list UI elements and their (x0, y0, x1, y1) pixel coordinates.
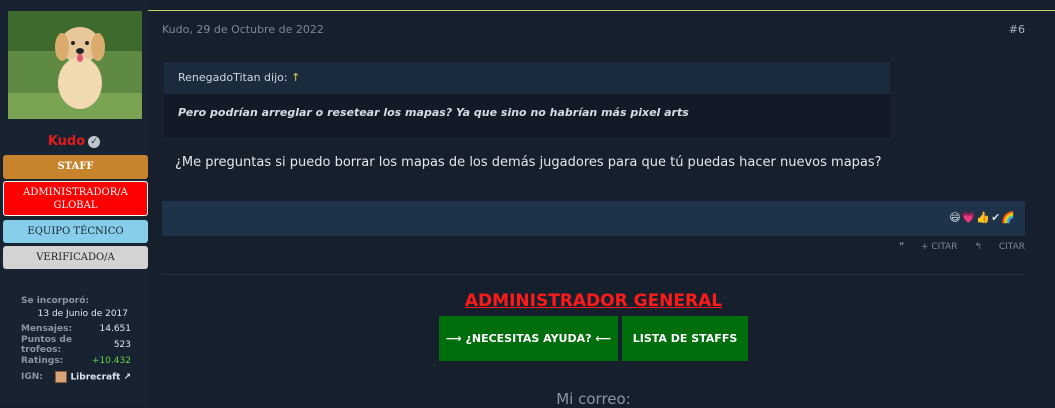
badge-admin-line1: ADMINISTRADOR/A (23, 187, 128, 198)
quote-header: RenegadoTitan dijo: ↑ (164, 62, 890, 94)
quote-author: RenegadoTitan dijo: (178, 71, 288, 84)
messages-value[interactable]: 14.651 (100, 324, 132, 334)
quote-button[interactable]: ↰ CITAR (974, 242, 1025, 252)
reaction-icons[interactable]: 😄💗👍✔🌈 (949, 211, 1016, 224)
quote-text: Pero podrían arreglar o resetear los map… (178, 106, 689, 119)
username-text[interactable]: Kudo (48, 134, 85, 149)
user-stats: Se incorporó: 13 de Junio de 2017 Mensaj… (21, 293, 131, 385)
post-date[interactable]: Kudo, 29 de Octubre de 2022 (162, 23, 324, 36)
signature-title: ADMINISTRADOR GENERAL (464, 291, 723, 311)
minecraft-head-icon (55, 371, 68, 383)
post-actions: ❞ + CITAR ↰ CITAR (885, 242, 1025, 252)
user-sidebar: Kudo ✓ STAFF ADMINISTRADOR/A GLOBAL EQUIP… (0, 0, 148, 406)
post-number[interactable]: #6 (1009, 23, 1025, 36)
external-link-icon[interactable]: ↗ (123, 373, 131, 383)
badge-tech: EQUIPO TÉCNICO (3, 220, 148, 243)
joined-label: Se incorporó: (21, 296, 90, 306)
quote-label[interactable]: CITAR (999, 242, 1025, 252)
badge-admin-line2: GLOBAL (53, 200, 98, 211)
badge-staff: STAFF (3, 155, 148, 179)
quote-jump-icon[interactable]: ↑ (291, 71, 300, 84)
mail-label: Mi correo: (556, 390, 631, 408)
ign-link[interactable]: Librecraft ↗ (55, 371, 131, 383)
badge-verified: VERIFICADO/A (3, 246, 148, 269)
ign-value[interactable]: Librecraft (70, 373, 120, 383)
ign-label: IGN: (21, 372, 43, 382)
help-button[interactable]: ⟶ ¿NECESITAS AYUDA? ⟵ (439, 316, 618, 361)
quote-block: RenegadoTitan dijo: ↑ Pero podrían arreg… (164, 62, 890, 138)
reaction-bar: 😄💗👍✔🌈 (162, 201, 1025, 236)
ratings-label: Ratings: (21, 356, 64, 366)
username[interactable]: Kudo ✓ (0, 134, 148, 149)
multi-quote-label[interactable]: + CITAR (921, 242, 958, 252)
badge-admin: ADMINISTRADOR/A GLOBAL (3, 181, 148, 216)
top-border (148, 10, 1055, 11)
stat-trophies: Puntos de trofeos: 523 (21, 335, 131, 355)
ratings-value: +10.432 (91, 356, 131, 366)
staff-list-button[interactable]: LISTA DE STAFFS (622, 316, 748, 361)
stat-ign: IGN: Librecraft ↗ (21, 369, 131, 385)
post-message: ¿Me preguntas si puedo borrar los mapas … (175, 155, 882, 170)
messages-label: Mensajes: (21, 324, 73, 334)
stat-ratings: Ratings: +10.432 (21, 353, 131, 369)
trophies-value[interactable]: 523 (114, 340, 131, 350)
multi-quote-button[interactable]: ❞ + CITAR (899, 242, 957, 252)
user-avatar[interactable] (8, 11, 142, 119)
signature-divider (162, 274, 1025, 275)
trophies-label: Puntos de trofeos: (21, 335, 72, 355)
joined-value: 13 de Junio de 2017 (37, 309, 128, 319)
verified-icon: ✓ (88, 135, 101, 148)
